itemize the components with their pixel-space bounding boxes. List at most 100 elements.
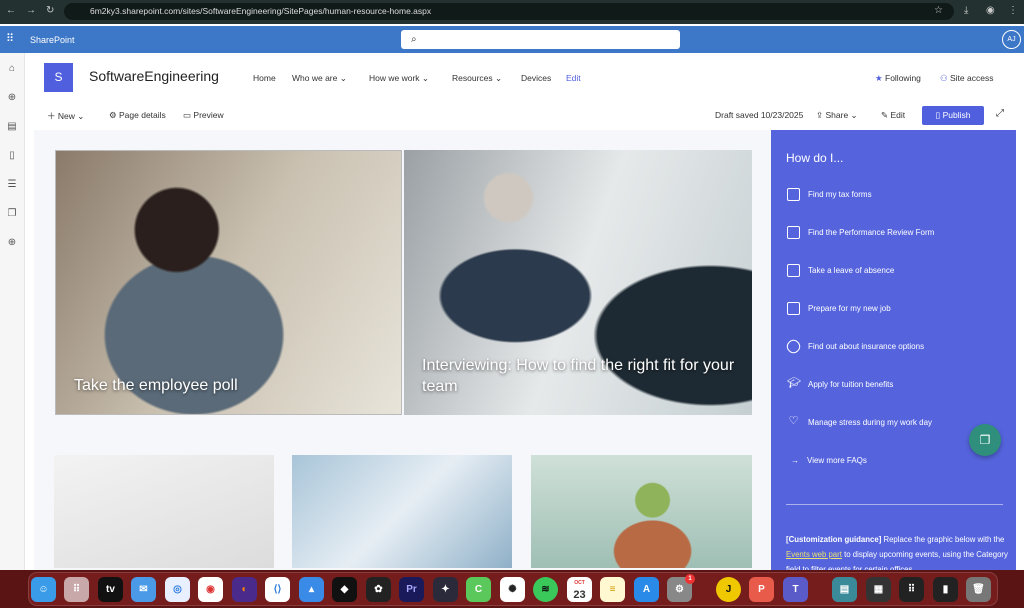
- trash-icon[interactable]: 🗑︎: [966, 577, 991, 602]
- file-icon[interactable]: ▯: [6, 150, 18, 162]
- draft-status: Draft saved 10/23/2025: [715, 110, 804, 120]
- search-input[interactable]: ⌕: [401, 30, 680, 49]
- site-access-button[interactable]: ⚇ Site access: [940, 73, 993, 84]
- profile-icon[interactable]: ◉: [986, 5, 995, 16]
- pencil-icon: ✎: [881, 110, 889, 120]
- hero-caption: Interviewing: How to find the right fit …: [422, 357, 735, 395]
- vscode-icon[interactable]: ⟨⟩: [265, 577, 290, 602]
- app-launcher-icon[interactable]: ⠿: [6, 32, 14, 45]
- news-card-plant[interactable]: [531, 455, 752, 568]
- list-icon[interactable]: ☰: [6, 179, 18, 191]
- calendar-icon[interactable]: OCT 23: [567, 577, 592, 602]
- cursor-app-icon[interactable]: ◆: [332, 577, 357, 602]
- events-web-part-link[interactable]: Events web part: [786, 550, 842, 559]
- page-details-button[interactable]: ⚙ Page details: [109, 110, 166, 121]
- faq-label: Find out about insurance options: [808, 342, 925, 351]
- notification-badge: 1: [685, 574, 695, 584]
- nav-label: How we work: [369, 73, 420, 83]
- davinci-icon[interactable]: ✦: [433, 577, 458, 602]
- search-icon: ⌕: [411, 34, 417, 45]
- preview-button[interactable]: ▭ Preview: [183, 110, 224, 121]
- apple-tv-icon[interactable]: tv: [98, 577, 123, 602]
- reload-icon[interactable]: ↻: [46, 5, 54, 16]
- download-icon[interactable]: ⤓: [964, 5, 968, 16]
- faq-item[interactable]: 🎓︎ Apply for tuition benefits: [787, 378, 893, 391]
- news-card-arrow[interactable]: [292, 455, 512, 568]
- expand-icon[interactable]: ⤢: [996, 108, 1004, 119]
- copy-fab-button[interactable]: ❐: [969, 424, 1001, 456]
- chevron-down-icon: ⌄: [421, 73, 430, 83]
- chrome-icon[interactable]: ◉: [198, 577, 223, 602]
- faq-item[interactable]: Prepare for my new job: [787, 302, 891, 315]
- avatar[interactable]: AJ: [1002, 30, 1021, 49]
- nav-home[interactable]: Home: [253, 73, 276, 83]
- hero-tile-interviewing[interactable]: Interviewing: How to find the right fit …: [404, 150, 752, 415]
- back-icon[interactable]: ←: [6, 5, 16, 16]
- star-icon[interactable]: ☆: [934, 5, 943, 16]
- new-button[interactable]: ＋ New ⌄: [47, 110, 84, 122]
- create-icon[interactable]: ⊕: [6, 237, 18, 249]
- premiere-icon[interactable]: Pr: [399, 577, 424, 602]
- nav-edit[interactable]: Edit: [566, 73, 581, 83]
- safari-icon[interactable]: ◎: [165, 577, 190, 602]
- edit-button[interactable]: ✎ Edit: [881, 110, 905, 121]
- nav-devices[interactable]: Devices: [521, 73, 551, 83]
- faq-item[interactable]: Find the Performance Review Form: [787, 226, 934, 239]
- figma-icon[interactable]: ✿: [366, 577, 391, 602]
- app-store-icon[interactable]: A: [634, 577, 659, 602]
- panel-title: How do I...: [786, 151, 844, 165]
- nav-resources[interactable]: Resources ⌄: [452, 73, 502, 84]
- launchpad-icon[interactable]: ⠿: [64, 577, 89, 602]
- device-stack-icon[interactable]: ▮: [933, 577, 958, 602]
- keynote-icon[interactable]: ▴: [299, 577, 324, 602]
- faq-item[interactable]: Find out about insurance options: [784, 337, 925, 356]
- finder-icon[interactable]: ☺: [31, 577, 56, 602]
- nav-who-we-are[interactable]: Who we are ⌄: [292, 73, 347, 84]
- site-logo[interactable]: S: [44, 63, 73, 92]
- globe-icon[interactable]: ⊕: [6, 92, 18, 104]
- address-bar[interactable]: 6m2ky3.sharepoint.com/sites/SoftwareEngi…: [64, 3, 954, 20]
- app-name[interactable]: SharePoint: [30, 35, 75, 45]
- nav-label: Who we are: [292, 73, 338, 83]
- view-more-faqs-link[interactable]: → View more FAQs: [791, 456, 867, 465]
- spotify-icon[interactable]: ≋: [533, 577, 558, 602]
- camtasia-icon[interactable]: C: [466, 577, 491, 602]
- pages-icon[interactable]: ❐: [6, 208, 18, 220]
- forward-icon[interactable]: →: [26, 5, 36, 16]
- home-icon[interactable]: ⌂: [6, 63, 18, 75]
- view-more-label: View more FAQs: [807, 456, 867, 465]
- folder-stack-icon[interactable]: ▤: [832, 577, 857, 602]
- hero-caption: Take the employee poll: [74, 377, 238, 394]
- firefox-icon[interactable]: ◐: [232, 577, 257, 602]
- pdf-app-icon[interactable]: P: [749, 577, 774, 602]
- nav-how-we-work[interactable]: How we work ⌄: [369, 73, 429, 84]
- following-button[interactable]: ★ Following: [875, 73, 921, 84]
- site-title[interactable]: SoftwareEngineering: [89, 68, 219, 84]
- hero-tile-employee-poll[interactable]: Take the employee poll: [55, 150, 402, 415]
- chatgpt-icon[interactable]: ✺: [500, 577, 525, 602]
- teams-icon[interactable]: T: [783, 577, 808, 602]
- news-card-calculator[interactable]: [54, 455, 274, 568]
- window-stack-icon[interactable]: ▦: [866, 577, 891, 602]
- calendar-month: OCT: [574, 580, 585, 586]
- calendar-day: 23: [573, 589, 586, 601]
- menu-icon[interactable]: ⋮: [1008, 5, 1018, 16]
- grid-stack-icon[interactable]: ⠿: [899, 577, 924, 602]
- share-button[interactable]: ⇪ Share ⌄: [816, 110, 858, 121]
- faq-item[interactable]: ♡ Manage stress during my work day: [787, 416, 933, 429]
- faq-item[interactable]: Take a leave of absence: [787, 264, 894, 277]
- faq-label: Apply for tuition benefits: [808, 380, 894, 389]
- publish-button[interactable]: ▯ Publish: [922, 106, 984, 125]
- mail-icon[interactable]: ✉: [131, 577, 156, 602]
- faq-label: Take a leave of absence: [808, 266, 895, 275]
- chevron-down-icon: ⌄: [339, 73, 347, 83]
- faq-item[interactable]: Find my tax forms: [787, 188, 872, 201]
- faq-label: Find my tax forms: [808, 190, 872, 199]
- guidance-text: Replace the graphic below with the: [881, 535, 1005, 544]
- j-app-icon[interactable]: J: [716, 577, 741, 602]
- page-details-label: Page details: [119, 110, 166, 120]
- notes-icon[interactable]: ≡: [600, 577, 625, 602]
- news-icon[interactable]: ▤: [6, 121, 18, 133]
- star-icon: ★: [875, 73, 883, 83]
- settings-icon[interactable]: ⚙ 1: [667, 574, 695, 602]
